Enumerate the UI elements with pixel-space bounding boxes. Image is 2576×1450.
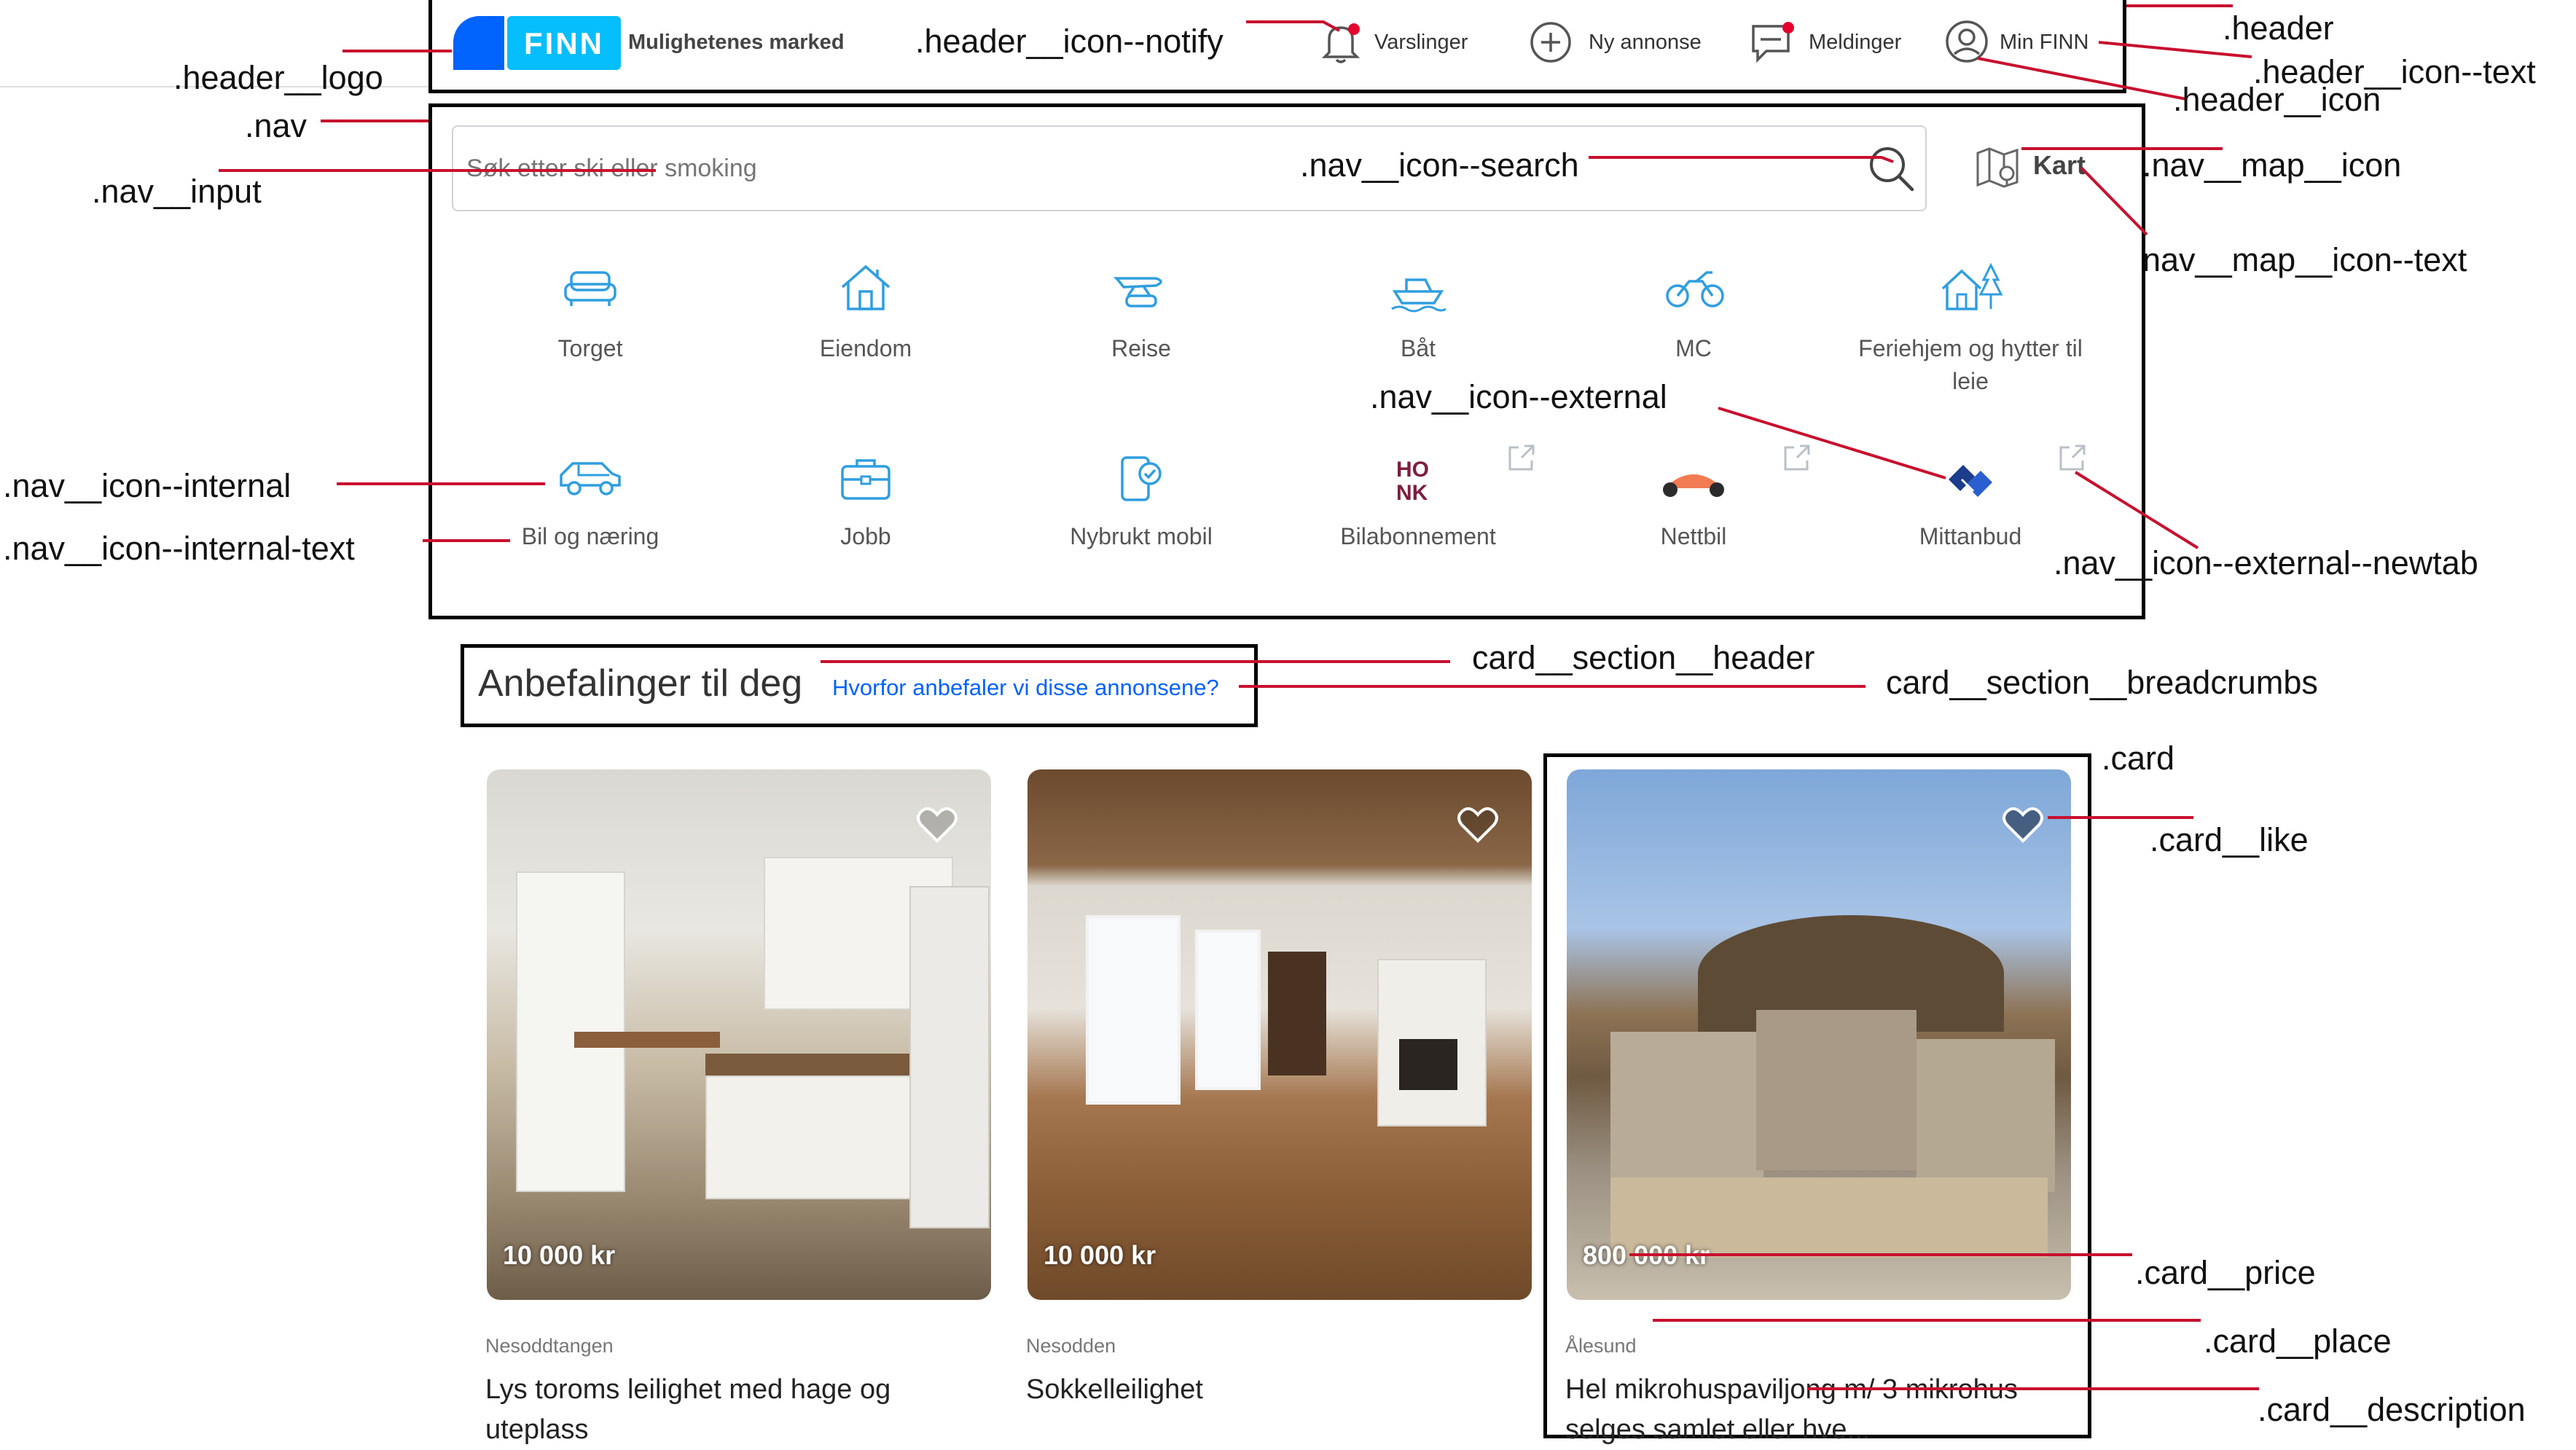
annotation-nav-internal-text: .nav__icon--internal-text	[3, 530, 355, 567]
annotation-nav-internal: .nav__icon--internal	[3, 467, 291, 504]
annotation-card-place: .card__place	[2204, 1322, 2392, 1360]
annotation-header-logo: .header__logo	[173, 59, 383, 96]
annotation-lines	[219, 4, 2259, 1390]
annotation-card: .card	[2102, 740, 2175, 777]
annotation-nav-input: .nav__input	[92, 173, 262, 210]
annotation-card-description: .card__description	[2258, 1391, 2526, 1428]
annotation-card-price: .card__price	[2135, 1254, 2316, 1291]
annotation-header: .header	[2223, 9, 2334, 47]
annotation-section-header: card__section__header	[1472, 639, 1815, 676]
annotation-section-breadcrumbs: card__section__breadcrumbs	[1886, 664, 2318, 701]
annotation-nav-map-text: nav__map__icon--text	[2142, 241, 2467, 278]
annotation-header-notify: .header__icon--notify	[915, 23, 1224, 60]
leader-nav-external-newtab	[2074, 471, 2199, 549]
leader-nav-search	[1589, 156, 1894, 163]
annotation-nav-map-icon: .nav__map__icon	[2142, 146, 2402, 184]
annotation-nav-external-newtab: .nav__icon--external--newtab	[2054, 544, 2478, 581]
leader-header-notify	[1246, 20, 1340, 32]
leader-nav-external	[1718, 407, 1946, 479]
annotation-card-like: .card__like	[2150, 821, 2309, 858]
annotation-header-icon: .header__icon	[2173, 81, 2381, 118]
annotation-nav-external: .nav__icon--external	[1370, 378, 1667, 415]
leader-header-icon	[1977, 57, 2187, 101]
leader-nav-map-text	[2080, 166, 2148, 236]
annotation-nav-search: .nav__icon--search	[1300, 146, 1579, 184]
annotation-nav: .nav	[245, 107, 308, 144]
